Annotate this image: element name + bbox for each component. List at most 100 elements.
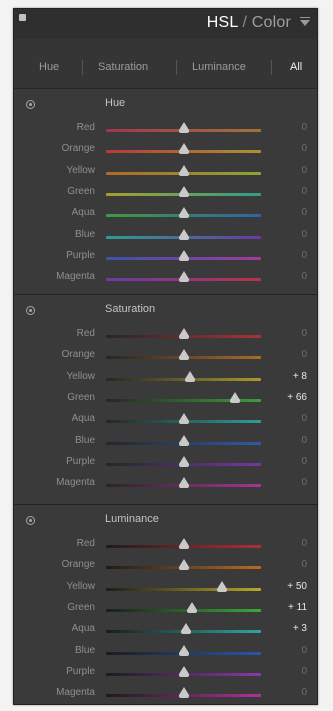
slider-value[interactable]: 0	[301, 477, 307, 488]
slider-value[interactable]: 0	[301, 207, 307, 218]
slider-thumb[interactable]	[178, 644, 189, 656]
targeted-adjustment-icon[interactable]	[26, 516, 35, 525]
saturation-slider-row: Red 0	[14, 325, 317, 346]
luminance-slider-row: Yellow + 50	[14, 578, 317, 599]
slider-label: Purple	[66, 249, 95, 261]
slider-track[interactable]	[106, 587, 261, 591]
slider-label: Red	[76, 538, 95, 549]
slider-label: Orange	[61, 143, 95, 155]
slider-thumb[interactable]	[217, 580, 228, 592]
slider-thumb[interactable]	[178, 122, 189, 133]
slider-value[interactable]: 0	[301, 666, 307, 677]
slider-value[interactable]: + 8	[293, 371, 307, 382]
slider-label: Orange	[61, 559, 95, 571]
slider-thumb[interactable]	[178, 185, 189, 197]
slider-thumb[interactable]	[187, 601, 198, 613]
luminance-section-title: Luminance	[105, 513, 159, 525]
slider-thumb[interactable]	[178, 413, 189, 425]
slider-value[interactable]: 0	[301, 559, 307, 570]
slider-value[interactable]: 0	[301, 143, 307, 154]
slider-value[interactable]: 0	[301, 349, 307, 360]
luminance-slider-row: Red 0	[14, 535, 317, 556]
slider-thumb[interactable]	[178, 349, 189, 361]
slider-thumb[interactable]	[178, 164, 189, 176]
slider-value[interactable]: + 66	[287, 392, 307, 403]
slider-thumb[interactable]	[178, 271, 189, 283]
slider-value[interactable]: 0	[301, 645, 307, 656]
targeted-adjustment-icon[interactable]	[26, 100, 35, 109]
tab-hue[interactable]: Hue	[39, 61, 59, 73]
slider-value[interactable]: 0	[301, 687, 307, 698]
hsl-color-panel: HSL / Color Hue Saturation Luminance All…	[13, 8, 318, 705]
slider-thumb[interactable]	[178, 559, 189, 571]
slider-label: Orange	[61, 349, 95, 361]
tab-saturation[interactable]: Saturation	[98, 61, 148, 73]
hue-section-title: Hue	[105, 97, 126, 109]
saturation-slider-row: Orange 0	[14, 346, 317, 367]
saturation-slider-row: Aqua 0	[14, 410, 317, 431]
panel-grip-icon[interactable]	[19, 14, 26, 21]
collapse-triangle-icon[interactable]	[300, 17, 310, 26]
slider-value[interactable]: 0	[301, 122, 307, 133]
saturation-slider-row: Magenta 0	[14, 474, 317, 495]
slider-value[interactable]: + 50	[287, 581, 307, 592]
slider-thumb[interactable]	[178, 665, 189, 677]
slider-track[interactable]	[106, 608, 261, 612]
hue-slider-row: Purple 0	[14, 247, 317, 268]
hue-slider-row: Red 0	[14, 119, 317, 140]
tab-all[interactable]: All	[290, 61, 302, 73]
slider-thumb[interactable]	[180, 623, 191, 635]
slider-thumb[interactable]	[178, 687, 189, 699]
slider-value[interactable]: 0	[301, 413, 307, 424]
saturation-slider-row: Green + 66	[14, 389, 317, 410]
saturation-slider-row: Purple 0	[14, 453, 317, 474]
slider-label: Yellow	[66, 370, 95, 382]
slider-thumb[interactable]	[184, 370, 195, 382]
panel-header[interactable]: HSL / Color	[14, 9, 317, 39]
panel-title: HSL / Color	[206, 14, 291, 31]
slider-value[interactable]: 0	[301, 328, 307, 339]
slider-label: Magenta	[56, 687, 95, 699]
slider-value[interactable]: 0	[301, 456, 307, 467]
slider-label: Magenta	[56, 477, 95, 489]
targeted-adjustment-icon[interactable]	[26, 306, 35, 315]
hue-slider-row: Aqua 0	[14, 204, 317, 225]
slider-label: Yellow	[66, 580, 95, 592]
hue-slider-row: Magenta 0	[14, 268, 317, 289]
luminance-slider-row: Magenta 0	[14, 684, 317, 704]
section-divider	[14, 294, 317, 295]
slider-thumb[interactable]	[178, 538, 189, 549]
slider-value[interactable]: + 11	[288, 602, 307, 613]
slider-thumb[interactable]	[178, 477, 189, 489]
slider-label: Green	[67, 185, 95, 197]
slider-value[interactable]: 0	[301, 538, 307, 549]
slider-label: Purple	[66, 455, 95, 467]
slider-value[interactable]: 0	[301, 165, 307, 176]
hue-slider-row: Yellow 0	[14, 162, 317, 183]
tab-luminance[interactable]: Luminance	[192, 61, 246, 73]
slider-value[interactable]: 0	[301, 186, 307, 197]
slider-thumb[interactable]	[178, 228, 189, 240]
slider-label: Magenta	[56, 271, 95, 283]
slider-thumb[interactable]	[229, 391, 240, 403]
slider-value[interactable]: 0	[301, 250, 307, 261]
slider-thumb[interactable]	[178, 207, 189, 219]
saturation-slider-row: Yellow + 8	[14, 368, 317, 389]
slider-value[interactable]: 0	[301, 229, 307, 240]
slider-thumb[interactable]	[178, 455, 189, 467]
slider-track[interactable]	[106, 377, 261, 381]
slider-label: Green	[67, 601, 95, 613]
saturation-section-title: Saturation	[105, 303, 156, 315]
slider-label: Blue	[74, 644, 95, 656]
slider-value[interactable]: + 3	[293, 623, 307, 634]
slider-thumb[interactable]	[178, 434, 189, 446]
slider-thumb[interactable]	[178, 249, 189, 261]
slider-thumb[interactable]	[178, 328, 189, 339]
slider-value[interactable]: 0	[301, 435, 307, 446]
hue-slider-row: Blue 0	[14, 226, 317, 247]
slider-value[interactable]: 0	[301, 271, 307, 282]
slider-label: Green	[67, 391, 95, 403]
slider-label: Purple	[66, 665, 95, 677]
slider-thumb[interactable]	[178, 143, 189, 155]
section-divider	[14, 504, 317, 505]
